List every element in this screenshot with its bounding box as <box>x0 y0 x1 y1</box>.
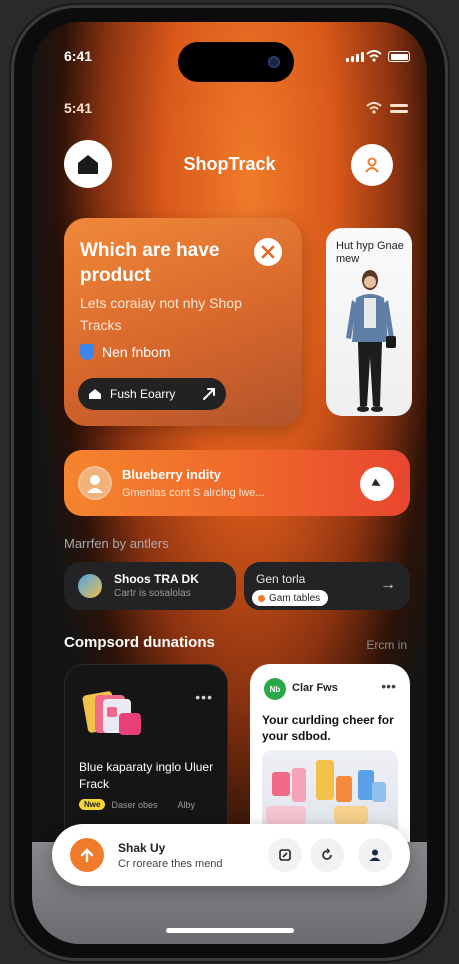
wifi-icon <box>366 50 382 62</box>
hero-card[interactable]: Which are have product Lets coraiay not … <box>64 218 302 426</box>
refresh-icon <box>322 848 332 860</box>
profile-button[interactable] <box>351 144 393 186</box>
arrow-up-icon <box>80 848 94 863</box>
bottom-action-bar: Shak Uy Cr roreare thes mend <box>52 824 410 886</box>
hero-close-button[interactable] <box>254 238 282 266</box>
product-meta-secondary: Alby <box>177 799 195 810</box>
phone-frame: 6:41 5:41 ShopTrack Which are have produ… <box>14 8 445 958</box>
avatar <box>78 466 112 500</box>
hero-body: Lets coraiay not nhy Shop Tracks <box>80 295 242 333</box>
side-promo-card[interactable]: Hut hyp Gnae mew <box>326 228 412 416</box>
more-icon[interactable]: ••• <box>381 678 396 694</box>
category-chip[interactable]: Gam tables <box>252 590 329 606</box>
avatar-face-icon <box>87 475 103 493</box>
banner-title: Blueberry indity <box>122 467 221 482</box>
more-icon[interactable]: ••• <box>195 689 213 705</box>
product-card-meta: Nwe Daser obes Alby <box>79 799 195 810</box>
hero-tag: Nen fnbom <box>80 344 170 360</box>
bottom-bar-title: Shak Uy <box>118 841 166 855</box>
status-time-secondary: 5:41 <box>64 100 93 116</box>
arrow-right-icon[interactable]: → <box>380 576 396 594</box>
account-button[interactable] <box>358 838 392 872</box>
category-pill-title: Gen torla <box>256 572 306 586</box>
product-card-title: Blue kaparaty inglo Uluer Frack <box>79 760 214 791</box>
hero-tag-label: Nen fnbom <box>102 344 171 360</box>
person-illustration <box>346 270 396 412</box>
product-art-icon <box>82 691 141 735</box>
app-header: ShopTrack <box>32 140 427 190</box>
shield-icon <box>80 344 94 360</box>
dot-icon <box>258 594 265 602</box>
brand-badge: Nb <box>264 678 286 700</box>
brand-name: Clar Fws <box>292 682 338 694</box>
shop-pill[interactable]: Shoos TRA DK Cartr is sosalolas <box>64 562 236 610</box>
refresh-button[interactable] <box>310 838 344 872</box>
home-indicator[interactable] <box>166 928 294 933</box>
close-icon <box>261 245 275 259</box>
camera-icon <box>268 56 280 68</box>
hero-title: Which are have product <box>80 240 220 286</box>
dynamic-island <box>178 42 294 82</box>
menu-icon[interactable] <box>390 102 408 114</box>
section-label: Marrfen by antlers <box>64 536 169 551</box>
home-icon <box>89 389 101 399</box>
side-card-caption: Hut hyp Gnae mew <box>336 240 404 265</box>
account-icon <box>369 849 381 861</box>
signal-icon <box>346 52 364 62</box>
shop-pill-title: Shoos TRA DK <box>114 572 199 586</box>
hero-cta-button[interactable]: Fush Eoarry <box>78 378 226 410</box>
app-screen: 6:41 5:41 ShopTrack Which are have produ… <box>32 22 427 944</box>
promo-banner[interactable]: Blueberry indity Gmenlas cont S alrclng … <box>64 450 410 516</box>
list-section-title: Compsord dunations <box>64 634 215 651</box>
shop-pill-subtitle: Cartr is sosalolas <box>114 588 191 599</box>
bottom-bar-subtitle: Cr roreare thes mend <box>118 858 223 870</box>
note-button[interactable] <box>268 838 302 872</box>
status-time: 6:41 <box>64 48 93 64</box>
send-icon <box>203 388 215 400</box>
product-card-title: Your curlding cheer for your sdbod. <box>262 713 394 743</box>
battery-icon <box>388 51 410 62</box>
product-meta-primary: Daser obes <box>111 799 158 810</box>
shop-icon <box>78 574 102 598</box>
hero-cta-label: Fush Eoarry <box>110 387 176 401</box>
note-icon <box>279 849 291 861</box>
user-icon <box>365 157 379 173</box>
see-all-link[interactable]: Ercm in <box>366 638 407 652</box>
category-pill[interactable]: Gen torla Gam tables → <box>244 562 410 610</box>
banner-subtitle: Gmenlas cont S alrclng lwe... <box>122 487 265 499</box>
category-chip-label: Gam tables <box>269 592 321 604</box>
new-badge: Nwe <box>79 799 106 810</box>
banner-action-button[interactable] <box>360 467 394 501</box>
play-icon <box>371 478 381 486</box>
upload-button[interactable] <box>70 838 104 872</box>
wifi-icon <box>366 102 382 114</box>
